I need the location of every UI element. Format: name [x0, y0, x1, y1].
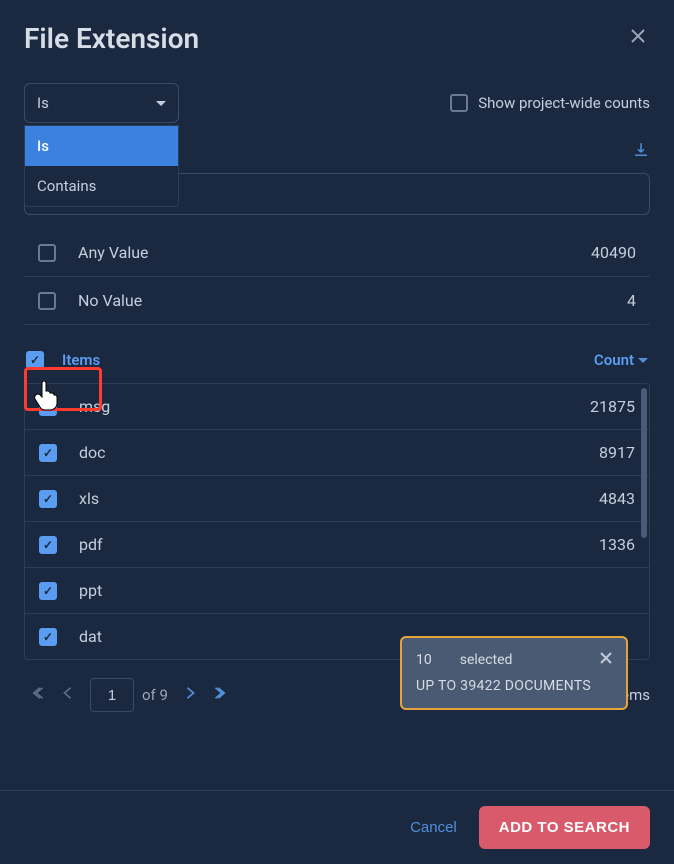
items-label: Items — [62, 351, 594, 369]
show-counts-checkbox[interactable] — [450, 94, 468, 112]
row-label: doc — [79, 443, 599, 462]
toast-close-icon[interactable] — [600, 652, 612, 668]
any-value-checkbox[interactable] — [38, 244, 56, 262]
row-count: 1336 — [599, 535, 635, 554]
add-to-search-button[interactable]: ADD TO SEARCH — [479, 806, 650, 849]
table-row[interactable]: msg 21875 — [25, 384, 649, 430]
items-header: Items Count — [24, 351, 650, 383]
row-checkbox[interactable] — [39, 444, 57, 462]
row-count: 21875 — [590, 397, 635, 416]
row-label: ppt — [79, 581, 635, 600]
row-label: msg — [79, 397, 590, 416]
row-label: pdf — [79, 535, 599, 554]
toast-documents: UP TO 39422 DOCUMENTS — [416, 678, 612, 694]
show-counts-label: Show project-wide counts — [478, 94, 650, 112]
operator-menu: Is Contains — [24, 125, 179, 207]
items-table: msg 21875 doc 8917 xls 4843 pdf 1336 ppt… — [24, 383, 650, 660]
select-all-checkbox[interactable] — [26, 351, 44, 369]
no-value-count: 4 — [627, 291, 636, 310]
any-value-row[interactable]: Any Value 40490 — [24, 229, 650, 277]
page-input[interactable] — [90, 678, 134, 712]
operator-option-is[interactable]: Is — [25, 126, 178, 166]
first-page-icon[interactable] — [24, 682, 54, 708]
file-extension-dialog: File Extension Is Is Contains Show proje… — [0, 0, 674, 712]
page-of-label: of 9 — [142, 686, 168, 704]
row-checkbox[interactable] — [39, 398, 57, 416]
table-row[interactable]: doc 8917 — [25, 430, 649, 476]
chevron-down-icon — [156, 101, 166, 106]
toast-count: 10 — [416, 652, 432, 668]
scrollbar[interactable] — [641, 388, 647, 538]
sort-caret-icon — [638, 358, 648, 363]
no-value-checkbox[interactable] — [38, 292, 56, 310]
row-checkbox[interactable] — [39, 536, 57, 554]
table-row[interactable]: pdf 1336 — [25, 522, 649, 568]
table-row[interactable]: xls 4843 — [25, 476, 649, 522]
dialog-title: File Extension — [24, 22, 199, 55]
any-value-count: 40490 — [591, 243, 636, 262]
row-checkbox[interactable] — [39, 582, 57, 600]
toast-selected-label: selected — [460, 652, 513, 668]
dialog-footer: Cancel ADD TO SEARCH — [0, 790, 674, 864]
count-sort[interactable]: Count — [594, 351, 648, 369]
download-icon[interactable] — [632, 141, 650, 163]
row-count: 8917 — [599, 443, 635, 462]
close-icon[interactable] — [626, 24, 650, 53]
operator-option-contains[interactable]: Contains — [25, 166, 178, 206]
dialog-header: File Extension — [24, 22, 650, 55]
row-count: 4843 — [599, 489, 635, 508]
operator-dropdown[interactable]: Is Is Contains — [24, 83, 179, 123]
last-page-icon[interactable] — [204, 682, 234, 708]
prev-page-icon[interactable] — [54, 682, 82, 708]
cancel-button[interactable]: Cancel — [410, 819, 457, 836]
no-value-row[interactable]: No Value 4 — [24, 277, 650, 325]
row-checkbox[interactable] — [39, 490, 57, 508]
row-label: xls — [79, 489, 599, 508]
next-page-icon[interactable] — [176, 682, 204, 708]
show-counts-toggle[interactable]: Show project-wide counts — [450, 94, 650, 112]
selection-toast: 10 selected UP TO 39422 DOCUMENTS — [400, 636, 628, 710]
any-value-label: Any Value — [78, 243, 591, 262]
table-row[interactable]: ppt — [25, 568, 649, 614]
operator-value: Is — [37, 94, 49, 112]
no-value-label: No Value — [78, 291, 627, 310]
top-controls: Is Is Contains Show project-wide counts — [24, 83, 650, 123]
row-checkbox[interactable] — [39, 628, 57, 646]
